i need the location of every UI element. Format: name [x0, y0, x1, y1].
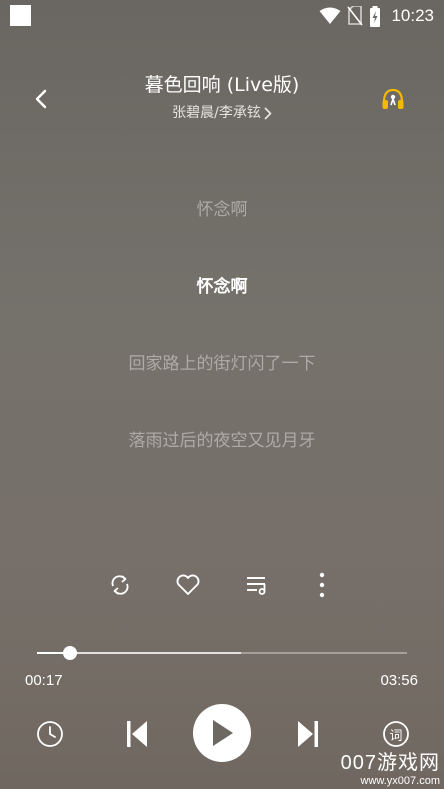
chevron-right-icon: [264, 107, 272, 119]
heart-icon: [176, 574, 200, 595]
repeat-icon: [111, 575, 129, 595]
battery-charging-icon: [370, 5, 381, 27]
next-button[interactable]: [291, 717, 325, 751]
timer-icon: [37, 721, 63, 747]
previous-icon: [127, 721, 147, 747]
progress-slider[interactable]: [37, 646, 407, 662]
no-sim-icon: [347, 6, 364, 26]
play-button[interactable]: [193, 704, 251, 762]
progress-thumb[interactable]: [63, 646, 78, 660]
playlist-icon: [247, 577, 266, 595]
repeat-button[interactable]: [103, 568, 137, 602]
watermark-logo: 007游戏网: [340, 752, 440, 774]
clock: 10:23: [391, 6, 434, 25]
lyric-line-current: 怀念啊: [196, 277, 248, 297]
more-icon: [319, 572, 325, 598]
sleep-timer-button[interactable]: [34, 718, 66, 750]
total-time: 03:56: [380, 672, 418, 689]
action-row: [0, 568, 444, 602]
artist-names: 张碧晨/李承铉: [172, 105, 261, 121]
lyrics-toggle-label: 词: [389, 728, 403, 744]
watermark-url: www.yx007.com: [360, 775, 440, 787]
previous-button[interactable]: [120, 717, 154, 751]
more-button[interactable]: [305, 568, 339, 602]
headphone-button[interactable]: [378, 84, 408, 114]
headphone-icon: [382, 88, 404, 109]
lyric-line: 落雨过后的夜空又见月牙: [128, 431, 316, 451]
status-bar: 10:23: [0, 0, 444, 32]
play-icon: [213, 720, 233, 746]
player-header: 暮色回响 (Live版) 张碧晨/李承铉: [0, 60, 444, 130]
like-button[interactable]: [171, 568, 205, 602]
current-time: 00:17: [25, 672, 63, 689]
wifi-icon: [319, 7, 341, 24]
lyric-line: 怀念啊: [196, 200, 248, 220]
watermark: 007游戏网 www.yx007.com: [341, 746, 440, 787]
notification-icon: [10, 5, 31, 26]
next-icon: [298, 721, 318, 747]
playlist-button[interactable]: [240, 568, 274, 602]
lyric-line: 回家路上的街灯闪了一下: [128, 354, 316, 374]
status-icons: 10:23: [319, 5, 434, 27]
